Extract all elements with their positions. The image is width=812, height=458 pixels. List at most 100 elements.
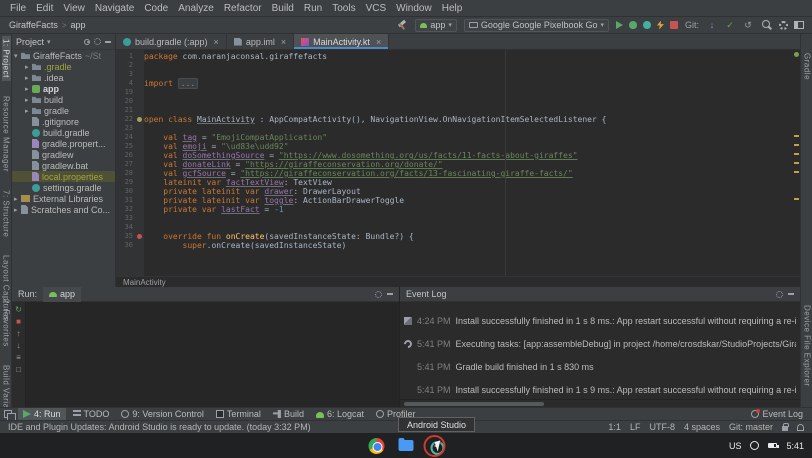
tool-button-todo[interactable]: TODO bbox=[68, 408, 115, 421]
debug-icon[interactable] bbox=[629, 21, 637, 29]
tool-button-build[interactable]: Build bbox=[268, 408, 309, 421]
event-log-entry[interactable]: 4:24 PMInstall successfully finished in … bbox=[404, 316, 796, 326]
inspection-status-icon[interactable] bbox=[794, 52, 799, 57]
menu-run[interactable]: Run bbox=[299, 1, 327, 16]
tree-item-local-properties[interactable]: local.properties bbox=[12, 171, 115, 182]
editor-breadcrumb[interactable]: MainActivity bbox=[123, 278, 166, 287]
locate-file-icon[interactable] bbox=[84, 39, 90, 45]
git-revert-icon[interactable]: ↺ bbox=[742, 19, 754, 31]
tool-window-switcher-icon[interactable] bbox=[4, 410, 12, 418]
profiler-icon[interactable] bbox=[643, 21, 651, 29]
tool-button-event-log[interactable]: Event Log bbox=[746, 408, 808, 421]
apply-changes-icon[interactable] bbox=[657, 21, 664, 30]
chevron-down-icon[interactable]: ▾ bbox=[14, 52, 21, 60]
project-panel-header[interactable]: Project ▾ bbox=[12, 34, 115, 50]
clock[interactable]: 5:41 bbox=[786, 441, 804, 451]
event-log-entry[interactable]: 5:41 PMInstall successfully finished in … bbox=[404, 385, 796, 395]
tool-button-4-run[interactable]: 4: Run bbox=[18, 408, 66, 421]
tool-button-6-logcat[interactable]: 6: Logcat bbox=[311, 408, 369, 421]
menu-window[interactable]: Window bbox=[391, 1, 437, 16]
gear-icon[interactable] bbox=[375, 291, 382, 298]
warning-mark[interactable] bbox=[794, 162, 799, 164]
tree-item-build-gradle[interactable]: build.gradle bbox=[12, 127, 115, 138]
tool-strip-2-favorites[interactable]: 2: Favorites bbox=[2, 296, 11, 350]
error-stripe[interactable] bbox=[793, 50, 800, 276]
menu-code[interactable]: Code bbox=[139, 1, 173, 16]
line-ending[interactable]: LF bbox=[630, 422, 641, 432]
menu-edit[interactable]: Edit bbox=[31, 1, 58, 16]
caret-position[interactable]: 1:1 bbox=[608, 422, 621, 432]
override-marker-icon[interactable] bbox=[136, 232, 144, 241]
taskbar-status-area[interactable]: US 5:41 bbox=[729, 433, 804, 458]
breadcrumb-module[interactable]: app bbox=[71, 20, 86, 30]
tree-item-gradle[interactable]: ▸.gradle bbox=[12, 61, 115, 72]
close-icon[interactable]: × bbox=[214, 37, 219, 47]
chevron-right-icon[interactable]: ▸ bbox=[25, 107, 32, 115]
tool-strip-device-file-explorer[interactable]: Device File Explorer bbox=[803, 302, 812, 390]
scrollbar-thumb[interactable] bbox=[404, 402, 544, 406]
menu-vcs[interactable]: VCS bbox=[361, 1, 392, 16]
chevron-right-icon[interactable]: ▸ bbox=[25, 85, 32, 93]
tab-app-iml[interactable]: app.iml× bbox=[227, 34, 294, 49]
file-encoding[interactable]: UTF-8 bbox=[649, 422, 675, 432]
warning-mark[interactable] bbox=[794, 144, 799, 146]
tree-item-external-libraries[interactable]: ▸External Libraries bbox=[12, 193, 115, 204]
tree-item-gradle[interactable]: ▸gradle bbox=[12, 105, 115, 116]
warning-mark[interactable] bbox=[794, 153, 799, 155]
menu-refactor[interactable]: Refactor bbox=[219, 1, 267, 16]
soft-wrap-icon[interactable]: ≡ bbox=[16, 354, 21, 362]
hide-panel-icon[interactable] bbox=[788, 293, 794, 295]
tree-item-gradlew-bat[interactable]: gradlew.bat bbox=[12, 160, 115, 171]
tool-strip-1-project[interactable]: 1: Project bbox=[2, 36, 11, 81]
git-update-icon[interactable]: ↓ bbox=[706, 19, 718, 31]
run-console[interactable] bbox=[26, 302, 399, 407]
tree-item-settings-gradle[interactable]: settings.gradle bbox=[12, 182, 115, 193]
run-config-select[interactable]: app ▾ bbox=[415, 19, 457, 32]
menu-file[interactable]: File bbox=[5, 1, 31, 16]
status-message[interactable]: IDE and Plugin Updates: Android Studio i… bbox=[8, 422, 311, 432]
menu-analyze[interactable]: Analyze bbox=[173, 1, 219, 16]
git-branch[interactable]: Git: master bbox=[729, 422, 773, 432]
event-log-entry[interactable]: 5:41 PMExecuting tasks: [app:assembleDeb… bbox=[404, 339, 796, 349]
tab-build-gradle-app[interactable]: build.gradle (:app)× bbox=[116, 34, 227, 49]
horizontal-scrollbar[interactable] bbox=[400, 399, 800, 407]
indent-setting[interactable]: 4 spaces bbox=[684, 422, 720, 432]
menu-navigate[interactable]: Navigate bbox=[90, 1, 139, 16]
git-commit-icon[interactable]: ✓ bbox=[724, 19, 736, 31]
warning-mark[interactable] bbox=[794, 198, 799, 200]
lock-icon[interactable] bbox=[782, 426, 788, 431]
menu-build[interactable]: Build bbox=[267, 1, 299, 16]
menu-help[interactable]: Help bbox=[437, 1, 468, 16]
chevron-right-icon[interactable]: ▸ bbox=[25, 96, 32, 104]
tab-mainactivity-kt[interactable]: MainActivity.kt× bbox=[294, 34, 389, 49]
device-select[interactable]: Google Google Pixelbook Go ▾ bbox=[464, 19, 609, 32]
menu-tools[interactable]: Tools bbox=[327, 1, 360, 16]
chrome-icon[interactable] bbox=[369, 438, 385, 454]
tool-strip-gradle[interactable]: Gradle bbox=[803, 50, 812, 83]
tool-button-terminal[interactable]: Terminal bbox=[211, 408, 266, 421]
close-icon[interactable]: × bbox=[376, 37, 381, 47]
tool-strip-7-structure[interactable]: 7: Structure bbox=[2, 187, 11, 240]
gear-icon[interactable] bbox=[94, 38, 101, 45]
tree-item-build[interactable]: ▸build bbox=[12, 94, 115, 105]
scroll-up-icon[interactable]: ↑ bbox=[17, 330, 21, 338]
tree-item-app[interactable]: ▸app bbox=[12, 83, 115, 94]
hide-panel-icon[interactable] bbox=[105, 41, 111, 43]
run-tab-app[interactable]: app bbox=[43, 287, 81, 302]
implement-marker-icon[interactable] bbox=[136, 115, 144, 124]
tool-button-9-version-control[interactable]: 9: Version Control bbox=[116, 408, 209, 421]
tree-item-giraffefacts[interactable]: ▾GiraffeFacts~/St bbox=[12, 50, 115, 61]
chevron-right-icon[interactable]: ▸ bbox=[25, 63, 32, 71]
chevron-right-icon[interactable]: ▸ bbox=[25, 74, 32, 82]
chevron-right-icon[interactable]: ▸ bbox=[14, 195, 21, 203]
gear-icon[interactable] bbox=[776, 291, 783, 298]
clear-icon[interactable]: □ bbox=[16, 366, 21, 374]
build-hammer-icon[interactable] bbox=[396, 19, 408, 31]
rerun-icon[interactable]: ↻ bbox=[15, 306, 22, 314]
tree-item-idea[interactable]: ▸.idea bbox=[12, 72, 115, 83]
layout-icon[interactable] bbox=[794, 21, 804, 29]
hide-panel-icon[interactable] bbox=[387, 293, 393, 295]
search-icon[interactable] bbox=[761, 19, 773, 31]
files-icon[interactable] bbox=[399, 440, 414, 451]
editor-breadcrumb-bar[interactable]: MainActivity bbox=[116, 276, 800, 287]
